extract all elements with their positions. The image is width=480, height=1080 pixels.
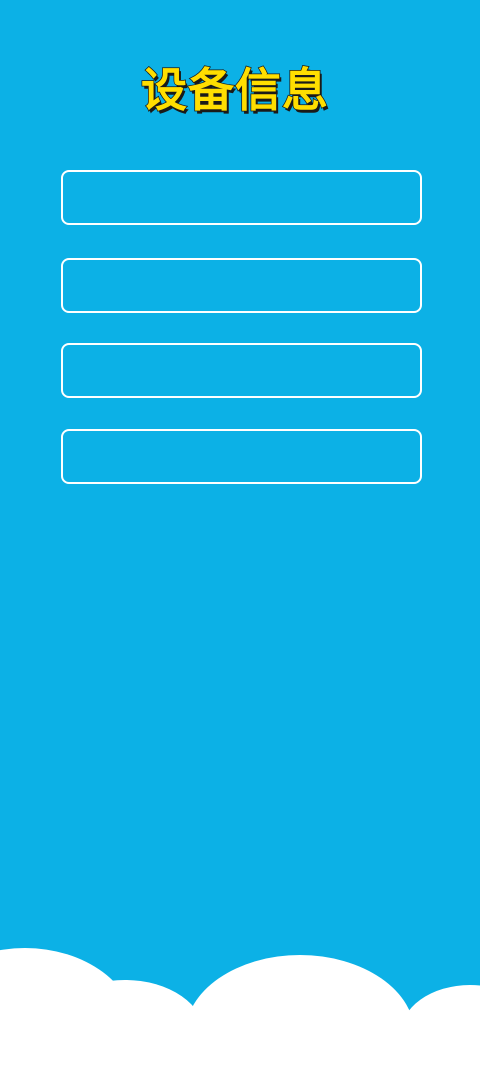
page-title: 设备信息 [140,62,329,118]
info-field-1[interactable] [61,170,422,225]
info-field-3[interactable] [61,343,422,398]
info-field-2[interactable] [61,258,422,313]
clouds-decoration [0,948,480,1080]
info-field-4[interactable] [61,429,422,484]
